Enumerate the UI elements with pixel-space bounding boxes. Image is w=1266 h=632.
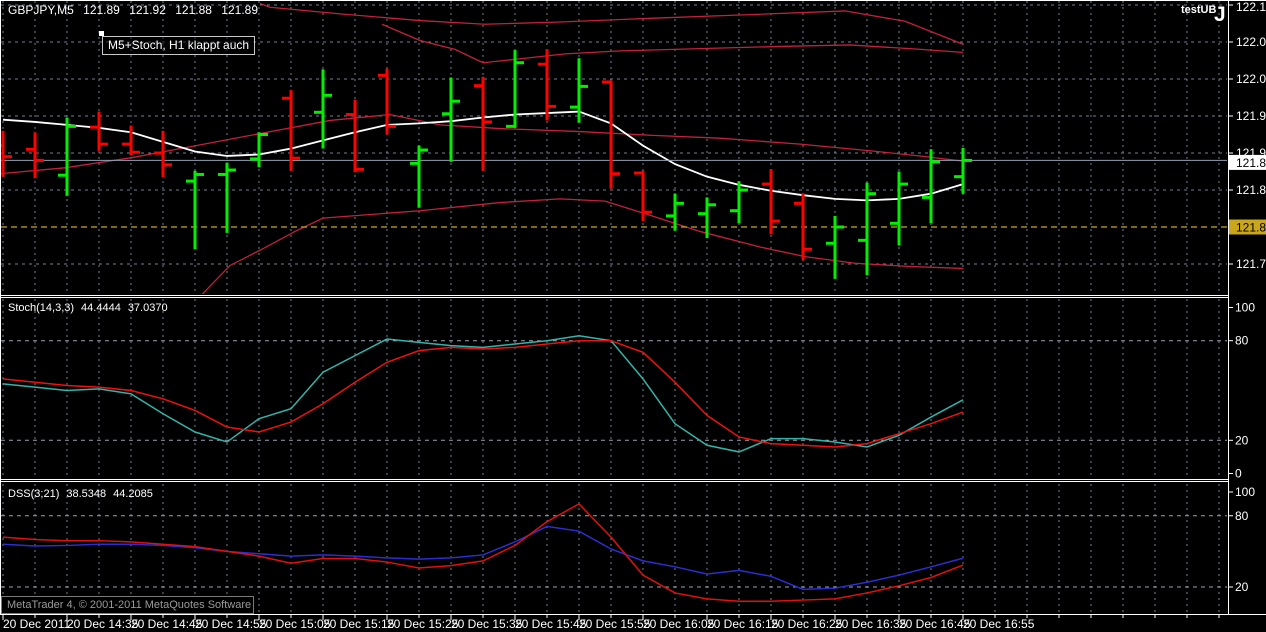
dss-tick-label: 20 (1235, 580, 1249, 594)
time-tick-label: 20 Dec 15:05 (259, 617, 331, 631)
ohlc-low: 121.88 (175, 3, 212, 17)
time-tick-label: 20 Dec 15:55 (579, 617, 651, 631)
time-tick-label: 20 Dec 15:15 (323, 617, 395, 631)
price-tick-label: 121.85 (1236, 183, 1266, 197)
yellow-level-value: 121.80 (1236, 221, 1266, 235)
chart-note-object[interactable]: M5+Stoch, H1 klappt auch (102, 36, 255, 55)
watermark-label: testUB (1181, 4, 1216, 16)
time-tick-label: 20 Dec 16:55 (963, 617, 1035, 631)
j-glyph-object[interactable]: J (1214, 3, 1226, 27)
ohlc-high: 121.92 (129, 3, 166, 17)
stoch-tick-label: 100 (1235, 301, 1255, 315)
time-tick-label: 20 Dec 16:05 (643, 617, 715, 631)
time-tick-label: 20 Dec 16:35 (835, 617, 907, 631)
time-tick-label: 20 Dec 14:35 (67, 617, 139, 631)
time-tick-label: 20 Dec 15:45 (515, 617, 587, 631)
dss-tick-label: 100 (1235, 485, 1255, 499)
time-tick-label: 20 Dec 2011 (3, 617, 70, 631)
dss-pane-label: DSS(3;21) 38.5348 44.2085 (8, 488, 160, 500)
price-tick-label: 121.95 (1236, 109, 1266, 123)
symbol-period: GBPJPY,M5 (8, 3, 74, 17)
stoch-tick-label: 20 (1235, 433, 1249, 447)
stoch-tick-label: 80 (1235, 334, 1249, 348)
text-object-anchor[interactable] (99, 31, 104, 36)
ohlc-open: 121.89 (83, 3, 120, 17)
mt4-chart-window: 122.10122.05122.00121.95121.90121.85121.… (0, 0, 1266, 632)
dss-value2: 44.2085 (113, 488, 153, 500)
time-tick-label: 20 Dec 16:25 (771, 617, 843, 631)
chart-note-text: M5+Stoch, H1 klappt auch (108, 38, 249, 52)
price-tick-label: 122.10 (1236, 0, 1266, 14)
symbol-ohlc-header: GBPJPY,M5 121.89 121.92 121.88 121.89 (8, 3, 264, 17)
stoch-pane-label: Stoch(14,3,3) 44.4444 37.0370 (8, 302, 175, 314)
status-bar: MetaTrader 4, © 2001-2011 MetaQuotes Sof… (1, 596, 254, 614)
price-tick-label: 121.75 (1236, 257, 1266, 271)
price-tick-label: 122.00 (1236, 72, 1266, 86)
ohlc-close: 121.89 (221, 3, 258, 17)
stoch-tick-label: 0 (1235, 467, 1242, 481)
time-tick-label: 20 Dec 16:45 (899, 617, 971, 631)
dss-value1: 38.5348 (66, 488, 106, 500)
time-tick-label: 20 Dec 15:25 (387, 617, 459, 631)
copyright-text: MetaTrader 4, © 2001-2011 MetaQuotes Sof… (7, 599, 254, 611)
time-tick-label: 20 Dec 16:15 (707, 617, 779, 631)
time-tick-label: 20 Dec 15:35 (451, 617, 523, 631)
chart-background (0, 0, 1266, 632)
dss-name: DSS(3;21) (8, 488, 59, 500)
time-tick-label: 20 Dec 14:55 (195, 617, 267, 631)
dss-tick-label: 80 (1235, 509, 1249, 523)
chart-canvas[interactable]: 122.10122.05122.00121.95121.90121.85121.… (0, 0, 1266, 632)
price-tick-label: 122.05 (1236, 35, 1266, 49)
time-tick-label: 20 Dec 14:45 (131, 617, 203, 631)
current-price-value: 121.89 (1236, 156, 1266, 170)
stoch-signal-value: 37.0370 (128, 302, 168, 314)
stoch-name: Stoch(14,3,3) (8, 302, 74, 314)
stoch-main-value: 44.4444 (81, 302, 121, 314)
